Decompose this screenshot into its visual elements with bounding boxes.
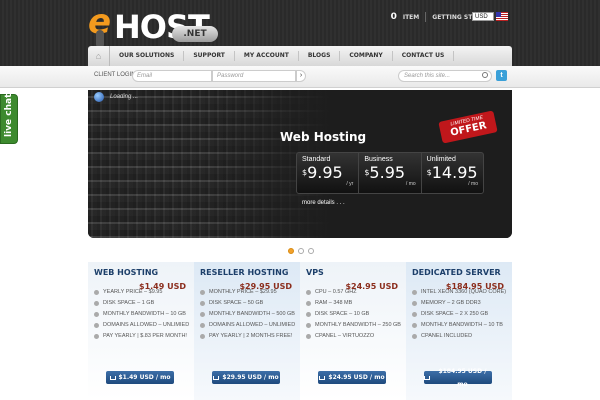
globe-icon bbox=[94, 92, 104, 102]
twitter-icon[interactable]: t bbox=[496, 70, 507, 81]
nav-my-account[interactable]: MY ACCOUNT bbox=[235, 51, 299, 61]
pricing-column-reseller: RESELLER HOSTING $29.95 USD MONTHLY PRIC… bbox=[194, 262, 300, 400]
order-button-label: $29.95 USD / mo bbox=[222, 374, 279, 381]
cart-icon bbox=[213, 375, 220, 380]
home-icon[interactable]: ⌂ bbox=[88, 46, 110, 66]
column-title[interactable]: RESELLER HOSTING bbox=[200, 268, 300, 277]
order-button-label: $1.49 USD / mo bbox=[118, 374, 171, 381]
pricing-columns: WEB HOSTING $1.49 USD YEARLY PRICE – $9.… bbox=[88, 262, 512, 400]
us-flag-icon[interactable] bbox=[496, 12, 508, 21]
client-login-label: CLIENT LOGIN bbox=[94, 72, 136, 78]
cart-icon bbox=[109, 375, 116, 380]
slider-dot[interactable] bbox=[298, 248, 304, 254]
loading-text: Loading ... bbox=[110, 94, 139, 100]
plan-panel: Standard $9.95 / yr Business $5.95 / mo … bbox=[296, 152, 484, 194]
pricing-column-dedicated: DEDICATED SERVER $184.95 USD INTEL XEON … bbox=[406, 262, 512, 400]
hero-slider[interactable]: Loading ... Web Hosting LIMITED TIME OFF… bbox=[88, 90, 512, 238]
cart-count: 0 bbox=[390, 12, 397, 22]
nav-contact-us[interactable]: CONTACT US bbox=[393, 51, 455, 61]
live-chat-tab[interactable]: live chat bbox=[0, 94, 18, 144]
order-button[interactable]: $184.95 USD / mo bbox=[424, 368, 492, 388]
order-button[interactable]: $29.95 USD / mo bbox=[212, 371, 280, 384]
nav-our-solutions[interactable]: OUR SOLUTIONS bbox=[110, 51, 185, 61]
divider bbox=[425, 12, 427, 22]
nav-company[interactable]: COMPANY bbox=[340, 51, 393, 61]
pricing-column-vps: VPS $24.95 USD CPU – 0.57 GHZ RAM – 348 … bbox=[300, 262, 406, 400]
list-item: DOMAINS ALLOWED – UNLIMIED bbox=[94, 320, 194, 331]
search-icon[interactable] bbox=[482, 72, 488, 78]
slider-title: Web Hosting bbox=[280, 130, 367, 144]
feature-list: CPU – 0.57 GHZ RAM – 348 MB DISK SPACE –… bbox=[306, 287, 406, 342]
plan-price: $5.95 bbox=[364, 163, 406, 182]
cart-icon bbox=[424, 375, 430, 380]
list-item: DOMAINS ALLOWED – UNLIMIED bbox=[200, 320, 300, 331]
more-details-link[interactable]: more details . . . bbox=[302, 200, 345, 206]
nav-blogs[interactable]: BLOGS bbox=[299, 51, 341, 61]
logo-net-badge: .NET bbox=[172, 26, 218, 42]
list-item: CPANEL INCLUDED bbox=[412, 331, 512, 342]
order-button-label: $24.95 USD / mo bbox=[328, 374, 385, 381]
list-item: MONTHLY BANDWIDTH – 500 GB bbox=[200, 309, 300, 320]
list-item: MONTHLY BANDWIDTH – 250 GB bbox=[306, 320, 406, 331]
list-item: RAM – 348 MB bbox=[306, 298, 406, 309]
plan-price: $9.95 bbox=[302, 163, 343, 182]
logo-figure-icon bbox=[96, 30, 104, 46]
list-item: DISK SPACE – 50 GB bbox=[200, 298, 300, 309]
search-input[interactable]: Search this site... bbox=[398, 70, 492, 82]
cart-item-label[interactable]: ITEM bbox=[403, 14, 419, 21]
column-price: $24.95 USD bbox=[345, 282, 398, 291]
list-item: PAY YEARLY | 2 MONTHS FREE! bbox=[200, 331, 300, 342]
list-item: DISK SPACE – 10 GB bbox=[306, 309, 406, 320]
list-item: MONTHLY BANDWIDTH – 10 TB bbox=[412, 320, 512, 331]
column-title[interactable]: VPS bbox=[306, 268, 406, 277]
live-chat-label: live chat bbox=[4, 93, 14, 137]
plan-price: $14.95 bbox=[426, 163, 478, 182]
password-field[interactable]: Password bbox=[212, 70, 296, 82]
column-price: $184.95 USD bbox=[445, 282, 504, 291]
column-price: $29.95 USD bbox=[239, 282, 292, 291]
slider-pagination bbox=[288, 248, 314, 254]
plan-name: Standard bbox=[302, 156, 331, 163]
plan-name: Unlimited bbox=[426, 156, 456, 163]
list-item: DISK SPACE – 2 X 250 GB bbox=[412, 309, 512, 320]
pricing-column-web-hosting: WEB HOSTING $1.49 USD YEARLY PRICE – $9.… bbox=[88, 262, 194, 400]
feature-list: INTEL XEON 3360 (QUAO CORE) MEMORY – 2 G… bbox=[412, 287, 512, 342]
cart-icon bbox=[319, 375, 326, 380]
order-button[interactable]: $24.95 USD / mo bbox=[318, 371, 386, 384]
site-logo[interactable]: e HOST .NET bbox=[86, 2, 220, 46]
column-price: $1.49 USD bbox=[139, 282, 186, 291]
column-title[interactable]: WEB HOSTING bbox=[94, 268, 194, 277]
list-item: MEMORY – 2 GB DDR3 bbox=[412, 298, 512, 309]
slider-dot[interactable] bbox=[308, 248, 314, 254]
search-placeholder: Search this site... bbox=[404, 73, 451, 79]
plan-standard[interactable]: Standard $9.95 / yr bbox=[297, 153, 360, 193]
feature-list: MONTHLY PRICE – $29.95 DISK SPACE – 50 G… bbox=[200, 287, 300, 342]
nav-support[interactable]: SUPPORT bbox=[184, 51, 235, 61]
email-field[interactable]: Email bbox=[132, 70, 212, 82]
list-item: PAY YEARLY | $.83 PER MONTH! bbox=[94, 331, 194, 342]
feature-list: YEARLY PRICE – $9.95 DISK SPACE – 1 GB M… bbox=[94, 287, 194, 342]
plan-name: Business bbox=[364, 156, 393, 163]
plan-business[interactable]: Business $5.95 / mo bbox=[359, 153, 422, 193]
plan-unlimited[interactable]: Unlimited $14.95 / mo bbox=[422, 153, 483, 193]
list-item: CPANEL – VIRTUOZZO bbox=[306, 331, 406, 342]
order-button[interactable]: $1.49 USD / mo bbox=[106, 371, 174, 384]
main-nav: ⌂ OUR SOLUTIONS SUPPORT MY ACCOUNT BLOGS… bbox=[88, 46, 512, 66]
column-title[interactable]: DEDICATED SERVER bbox=[412, 268, 512, 277]
currency-select[interactable]: USD bbox=[472, 12, 494, 21]
list-item: DISK SPACE – 1 GB bbox=[94, 298, 194, 309]
order-button-label: $184.95 USD / mo bbox=[438, 367, 487, 388]
slider-dot[interactable] bbox=[288, 248, 294, 254]
list-item: MONTHLY BANDWIDTH – 10 GB bbox=[94, 309, 194, 320]
